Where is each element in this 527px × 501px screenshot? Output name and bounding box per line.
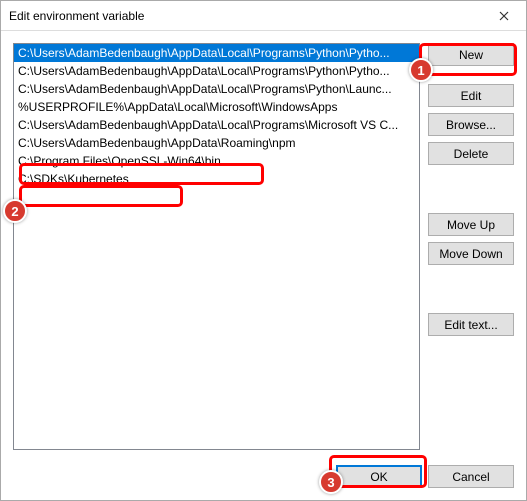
list-item[interactable]: C:\SDKs\Kubernetes xyxy=(14,170,419,188)
ok-button[interactable]: OK xyxy=(336,465,422,488)
button-sidebar: New Edit Browse... Delete Move Up Move D… xyxy=(428,43,514,450)
browse-button[interactable]: Browse... xyxy=(428,113,514,136)
cancel-button[interactable]: Cancel xyxy=(428,465,514,488)
dialog-content: C:\Users\AdamBedenbaugh\AppData\Local\Pr… xyxy=(1,31,526,500)
move-down-button[interactable]: Move Down xyxy=(428,242,514,265)
list-item[interactable]: C:\Users\AdamBedenbaugh\AppData\Local\Pr… xyxy=(14,44,419,62)
close-icon xyxy=(499,11,509,21)
delete-button[interactable]: Delete xyxy=(428,142,514,165)
list-item[interactable]: %USERPROFILE%\AppData\Local\Microsoft\Wi… xyxy=(14,98,419,116)
edit-text-button[interactable]: Edit text... xyxy=(428,313,514,336)
list-item[interactable]: C:\Users\AdamBedenbaugh\AppData\Local\Pr… xyxy=(14,116,419,134)
list-item[interactable]: C:\Program Files\OpenSSL-Win64\bin xyxy=(14,152,419,170)
edit-button[interactable]: Edit xyxy=(428,84,514,107)
list-item[interactable]: C:\Users\AdamBedenbaugh\AppData\Roaming\… xyxy=(14,134,419,152)
move-up-button[interactable]: Move Up xyxy=(428,213,514,236)
dialog-footer: OK Cancel xyxy=(336,465,514,488)
close-button[interactable] xyxy=(481,1,526,30)
list-item[interactable]: C:\Users\AdamBedenbaugh\AppData\Local\Pr… xyxy=(14,62,419,80)
new-button[interactable]: New xyxy=(428,43,514,66)
path-listbox[interactable]: C:\Users\AdamBedenbaugh\AppData\Local\Pr… xyxy=(13,43,420,450)
window-title: Edit environment variable xyxy=(9,9,144,23)
titlebar: Edit environment variable xyxy=(1,1,526,31)
list-item[interactable]: C:\Users\AdamBedenbaugh\AppData\Local\Pr… xyxy=(14,80,419,98)
